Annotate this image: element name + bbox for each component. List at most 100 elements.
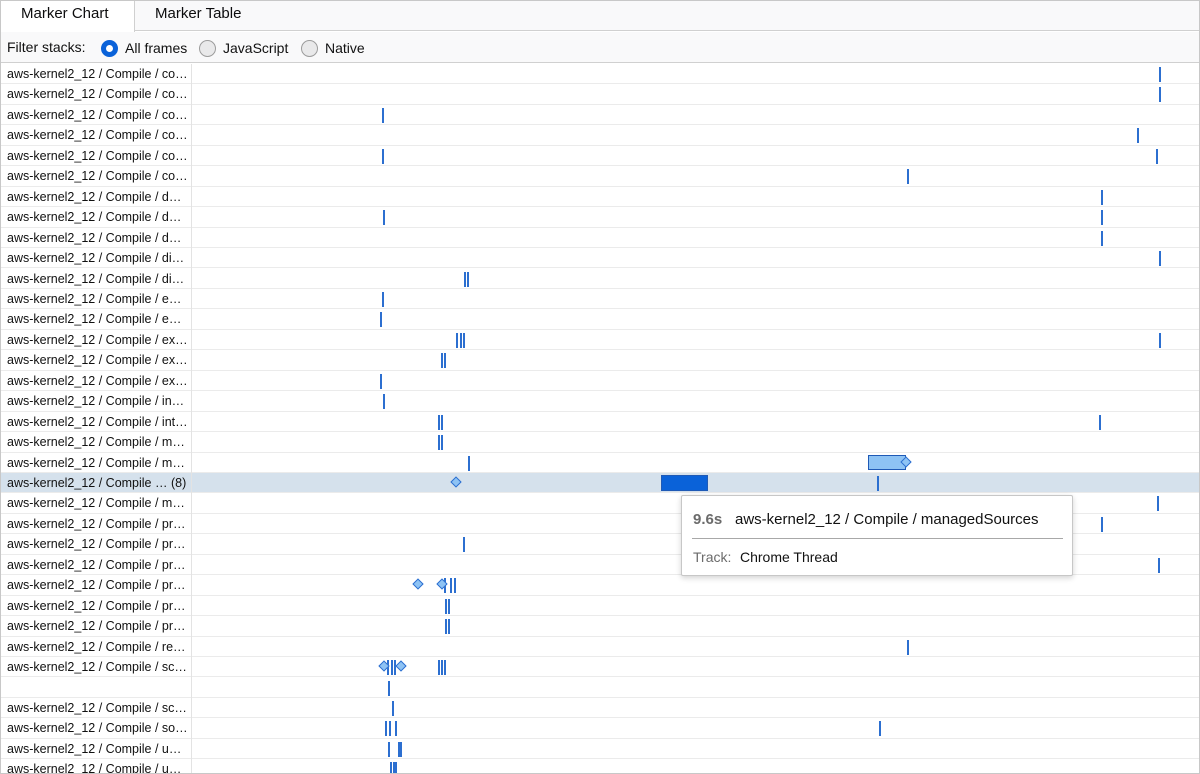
marker-row[interactable]: aws-kernel2_12 / Compile / int…	[1, 412, 1199, 433]
marker[interactable]	[1101, 189, 1103, 205]
marker-row[interactable]: aws-kernel2_12 / Compile / d…	[1, 228, 1199, 249]
marker[interactable]	[1156, 148, 1158, 164]
marker[interactable]	[1157, 496, 1159, 512]
marker-row[interactable]: aws-kernel2_12 / Compile / so…	[1, 718, 1199, 739]
marker[interactable]	[441, 435, 443, 451]
marker-row[interactable]: aws-kernel2_12 / Compile / e…	[1, 289, 1199, 310]
marker-row[interactable]: aws-kernel2_12 / Compile / co…	[1, 125, 1199, 146]
marker-row[interactable]: aws-kernel2_12 / Compile / ex…	[1, 371, 1199, 392]
marker[interactable]	[450, 578, 452, 594]
instant-marker-diamond[interactable]	[450, 476, 462, 488]
marker[interactable]	[454, 578, 456, 594]
tab-marker-table[interactable]: Marker Table	[135, 1, 269, 31]
radio-all-frames[interactable]: All frames	[101, 38, 187, 58]
marker[interactable]	[1158, 557, 1160, 573]
marker-row[interactable]	[1, 678, 1199, 698]
marker-row[interactable]: aws-kernel2_12 / Compile / co…	[1, 166, 1199, 187]
marker[interactable]	[1101, 230, 1103, 246]
radio-javascript[interactable]: JavaScript	[199, 38, 288, 58]
marker[interactable]	[391, 660, 393, 676]
marker[interactable]	[395, 762, 397, 773]
marker-row[interactable]: aws-kernel2_12 / Compile / ex…	[1, 350, 1199, 371]
marker[interactable]	[382, 291, 384, 307]
marker-row[interactable]: aws-kernel2_12 / Compile / d…	[1, 187, 1199, 208]
marker-row[interactable]: aws-kernel2_12 / Compile / sc…	[1, 657, 1199, 678]
marker-row[interactable]: aws-kernel2_12 / Compile / co…	[1, 64, 1199, 85]
marker[interactable]	[400, 741, 402, 757]
marker-row[interactable]: aws-kernel2_12 / Compile / d…	[1, 207, 1199, 228]
marker[interactable]	[907, 639, 909, 655]
marker[interactable]	[445, 598, 447, 614]
marker[interactable]	[380, 373, 382, 389]
marker[interactable]	[438, 435, 440, 451]
marker-row[interactable]: aws-kernel2_12 / Compile / u…	[1, 759, 1199, 773]
marker[interactable]	[460, 332, 462, 348]
marker[interactable]	[1137, 128, 1139, 144]
marker-row[interactable]: aws-kernel2_12 / Compile / e…	[1, 309, 1199, 330]
marker[interactable]	[448, 619, 450, 635]
marker[interactable]	[441, 660, 443, 676]
marker-row[interactable]: aws-kernel2_12 / Compile / pr…	[1, 575, 1199, 596]
marker[interactable]	[382, 148, 384, 164]
selected-interval-marker[interactable]	[661, 475, 708, 491]
instant-marker-diamond[interactable]	[412, 578, 424, 590]
marker-row[interactable]: aws-kernel2_12 / Compile / m…	[1, 432, 1199, 453]
marker-row[interactable]: aws-kernel2_12 / Compile / m…	[1, 453, 1199, 473]
marker[interactable]	[1099, 414, 1101, 430]
marker[interactable]	[879, 721, 881, 737]
marker[interactable]	[438, 414, 440, 430]
marker-row[interactable]: aws-kernel2_12 / Compile / di…	[1, 248, 1199, 269]
marker[interactable]	[463, 537, 465, 553]
marker-row-selected[interactable]: aws-kernel2_12 / Compile … (8)	[1, 473, 1199, 494]
marker[interactable]	[441, 353, 443, 369]
tab-marker-chart[interactable]: Marker Chart	[1, 1, 135, 32]
marker[interactable]	[395, 721, 397, 737]
marker[interactable]	[444, 353, 446, 369]
marker[interactable]	[448, 598, 450, 614]
marker[interactable]	[1101, 210, 1103, 226]
marker[interactable]	[390, 762, 392, 773]
marker[interactable]	[394, 660, 396, 676]
marker-row[interactable]: aws-kernel2_12 / Compile / co…	[1, 146, 1199, 167]
marker[interactable]	[456, 332, 458, 348]
marker[interactable]	[383, 394, 385, 410]
marker-row[interactable]: aws-kernel2_12 / Compile / ex…	[1, 330, 1199, 351]
marker[interactable]	[468, 455, 470, 471]
radio-unchecked-icon[interactable]	[199, 39, 216, 57]
marker[interactable]	[877, 476, 879, 491]
marker[interactable]	[382, 107, 384, 123]
marker[interactable]	[467, 271, 469, 287]
marker[interactable]	[388, 741, 390, 757]
marker[interactable]	[907, 169, 909, 185]
marker[interactable]	[383, 210, 385, 226]
marker[interactable]	[445, 619, 447, 635]
marker-row[interactable]: aws-kernel2_12 / Compile / co…	[1, 84, 1199, 105]
marker[interactable]	[444, 660, 446, 676]
marker-row[interactable]: aws-kernel2_12 / Compile / in…	[1, 391, 1199, 412]
radio-native[interactable]: Native	[301, 38, 365, 58]
marker-row[interactable]: aws-kernel2_12 / Compile / u…	[1, 739, 1199, 760]
marker[interactable]	[388, 680, 390, 696]
marker-row[interactable]: aws-kernel2_12 / Compile / sc…	[1, 698, 1199, 719]
marker[interactable]	[1159, 67, 1161, 82]
marker[interactable]	[389, 721, 391, 737]
marker[interactable]	[464, 271, 466, 287]
marker-row[interactable]: aws-kernel2_12 / Compile / pr…	[1, 616, 1199, 637]
marker[interactable]	[392, 700, 394, 716]
marker-row[interactable]: aws-kernel2_12 / Compile / co…	[1, 105, 1199, 126]
marker[interactable]	[1159, 332, 1161, 348]
marker-row[interactable]: aws-kernel2_12 / Compile / pr…	[1, 596, 1199, 617]
marker[interactable]	[380, 312, 382, 328]
marker[interactable]	[1159, 87, 1161, 103]
marker-row[interactable]: aws-kernel2_12 / Compile / di…	[1, 269, 1199, 289]
marker-row[interactable]: aws-kernel2_12 / Compile / re…	[1, 637, 1199, 658]
marker[interactable]	[441, 414, 443, 430]
instant-marker-diamond[interactable]	[395, 660, 407, 672]
marker[interactable]	[385, 721, 387, 737]
radio-unchecked-icon[interactable]	[301, 39, 318, 57]
radio-checked-icon[interactable]	[101, 39, 118, 57]
marker-chart-area[interactable]: aws-kernel2_12 / Compile / co… aws-kernel…	[1, 64, 1199, 773]
marker[interactable]	[1101, 516, 1103, 532]
marker[interactable]	[438, 660, 440, 676]
marker[interactable]	[1159, 251, 1161, 267]
